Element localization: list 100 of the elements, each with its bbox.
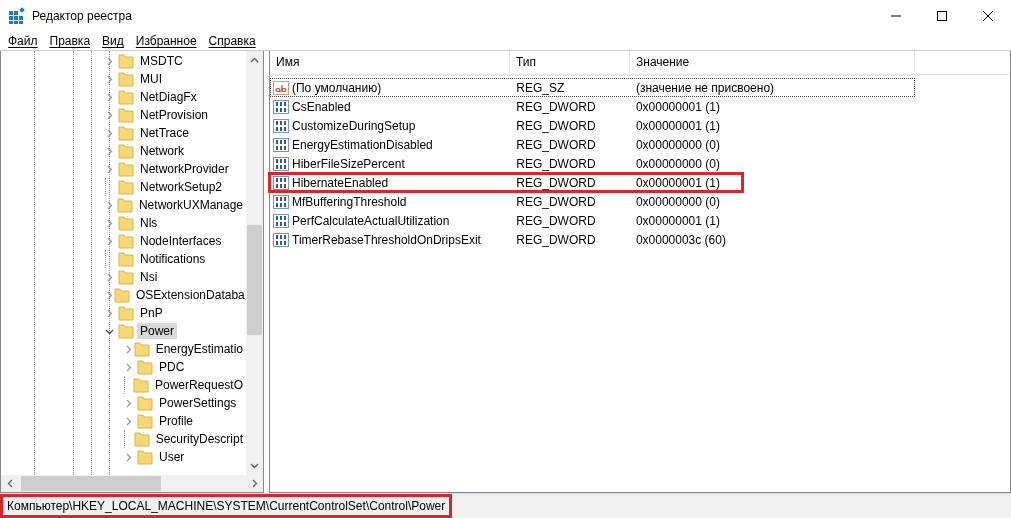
binary-value-icon (273, 231, 289, 248)
value-type: REG_DWORD (515, 194, 597, 209)
tree-item[interactable]: NetworkUXManage (135, 197, 246, 213)
value-data: 0x00000000 (0) (634, 194, 721, 209)
value-data: 0x00000001 (1) (634, 175, 721, 190)
folder-icon (118, 251, 134, 267)
column-header[interactable]: Значение (630, 51, 915, 74)
menu-item[interactable]: Вид (96, 34, 130, 48)
value-type: REG_DWORD (515, 175, 597, 190)
menu-item[interactable]: Правка (43, 34, 97, 48)
folder-icon (118, 89, 134, 105)
value-type: REG_DWORD (515, 232, 597, 247)
tree-item[interactable]: Nls (137, 215, 161, 231)
value-type: REG_DWORD (515, 118, 597, 133)
close-icon (983, 11, 993, 21)
folder-icon (116, 197, 133, 213)
column-header[interactable]: Имя (270, 51, 510, 74)
folder-icon (132, 377, 149, 393)
folder-icon (137, 359, 153, 375)
tree-item[interactable]: Notifications (137, 251, 209, 267)
folder-icon (118, 53, 134, 69)
value-name: EnergyEstimationDisabled (292, 137, 433, 152)
tree-item[interactable]: NetProvision (137, 107, 212, 123)
folder-icon (118, 233, 134, 249)
tree-item[interactable]: NodeInterfaces (137, 233, 225, 249)
binary-value-icon (273, 155, 289, 172)
menu-item[interactable]: Файл (2, 34, 44, 48)
value-data: 0x00000000 (0) (634, 156, 721, 171)
folder-icon (137, 449, 153, 465)
binary-value-icon (273, 174, 289, 191)
tree-item[interactable]: Network (137, 143, 187, 159)
focused-row[interactable]: (По умолчанию) REG_SZ (значение не присвоено) (270, 78, 915, 97)
tree-item[interactable]: PnP (137, 305, 166, 321)
folder-icon (137, 395, 153, 411)
folder-icon (118, 305, 134, 321)
value-data: 0x00000001 (1) (634, 213, 721, 228)
value-data: (значение не присвоено) (634, 80, 776, 95)
binary-value-icon (273, 193, 289, 210)
status-path: Компьютер\HKEY_LOCAL_MACHINE\SYSTEM\CurrentControlSet\Control\Power (0, 494, 453, 518)
scroll-down-icon[interactable] (250, 461, 259, 470)
vertical-scrollbar[interactable] (246, 51, 263, 475)
value-type: REG_DWORD (515, 99, 597, 114)
folder-icon (118, 107, 134, 123)
scrollbar-thumb[interactable] (247, 225, 262, 335)
tree-item[interactable]: Profile (156, 413, 196, 429)
registry-icon (8, 7, 26, 25)
tree-item[interactable]: NetworkSetup2 (137, 179, 226, 195)
value-data: 0x0000003c (60) (634, 232, 727, 247)
value-name: HiberFileSizePercent (292, 156, 405, 171)
tree-item[interactable]: MSDTC (137, 53, 186, 69)
tree-item[interactable]: PDC (156, 359, 188, 375)
tree-item[interactable]: Power (137, 323, 177, 339)
scroll-right-icon[interactable] (250, 479, 259, 488)
value-name: CustomizeDuringSetup (292, 118, 416, 133)
horizontal-scrollbar[interactable] (1, 475, 263, 492)
scroll-left-icon[interactable] (6, 479, 15, 488)
value-type: REG_DWORD (515, 137, 597, 152)
scroll-up-icon[interactable] (250, 56, 259, 65)
value-name: CsEnabled (292, 99, 351, 114)
folder-icon (118, 215, 134, 231)
folder-icon (118, 125, 134, 141)
tree-item[interactable]: PowerSettings (156, 395, 240, 411)
tree-item[interactable]: PowerRequestO (151, 377, 246, 393)
folder-icon (118, 179, 134, 195)
tree-item[interactable]: OSExtensionDataba (133, 287, 246, 303)
tree-item[interactable]: NetworkProvider (137, 161, 232, 177)
tree-item[interactable]: NetTrace (137, 125, 192, 141)
folder-icon (137, 413, 153, 429)
tree-item[interactable]: MUI (137, 71, 165, 87)
value-data: 0x00000001 (1) (634, 118, 721, 133)
tree-item[interactable]: User (156, 449, 188, 465)
value-type: REG_DWORD (515, 156, 597, 171)
window-title: Редактор реестра (32, 9, 132, 23)
value-type: REG_SZ (515, 80, 566, 95)
folder-icon (118, 71, 134, 87)
value-name: (По умолчанию) (292, 80, 382, 95)
scrollbar-thumb[interactable] (21, 476, 161, 491)
value-name: MfBufferingThreshold (292, 194, 407, 209)
value-name: PerfCalculateActualUtilization (292, 213, 450, 228)
folder-icon (133, 341, 150, 357)
value-data: 0x00000000 (0) (634, 137, 721, 152)
folder-icon (118, 143, 134, 159)
folder-icon (133, 431, 150, 447)
value-name: HibernateEnabled (292, 175, 389, 190)
menu-item[interactable]: Избранное (129, 34, 203, 48)
value-name: TimerRebaseThresholdOnDripsExit (292, 232, 481, 247)
folder-icon (114, 287, 130, 303)
folder-icon (118, 269, 134, 285)
string-value-icon (273, 79, 289, 96)
tree-item[interactable]: SecurityDescript (152, 431, 246, 447)
binary-value-icon (273, 212, 289, 229)
maximize-icon (937, 11, 947, 21)
value-data: 0x00000001 (1) (634, 99, 721, 114)
column-header[interactable]: Тип (510, 51, 630, 74)
binary-value-icon (273, 98, 289, 115)
menu-item[interactable]: Справка (202, 34, 262, 48)
tree-item[interactable]: NetDiagFx (137, 89, 200, 105)
folder-icon (118, 161, 134, 177)
tree-item[interactable]: EnergyEstimatio (152, 341, 246, 357)
tree-item[interactable]: Nsi (137, 269, 161, 285)
